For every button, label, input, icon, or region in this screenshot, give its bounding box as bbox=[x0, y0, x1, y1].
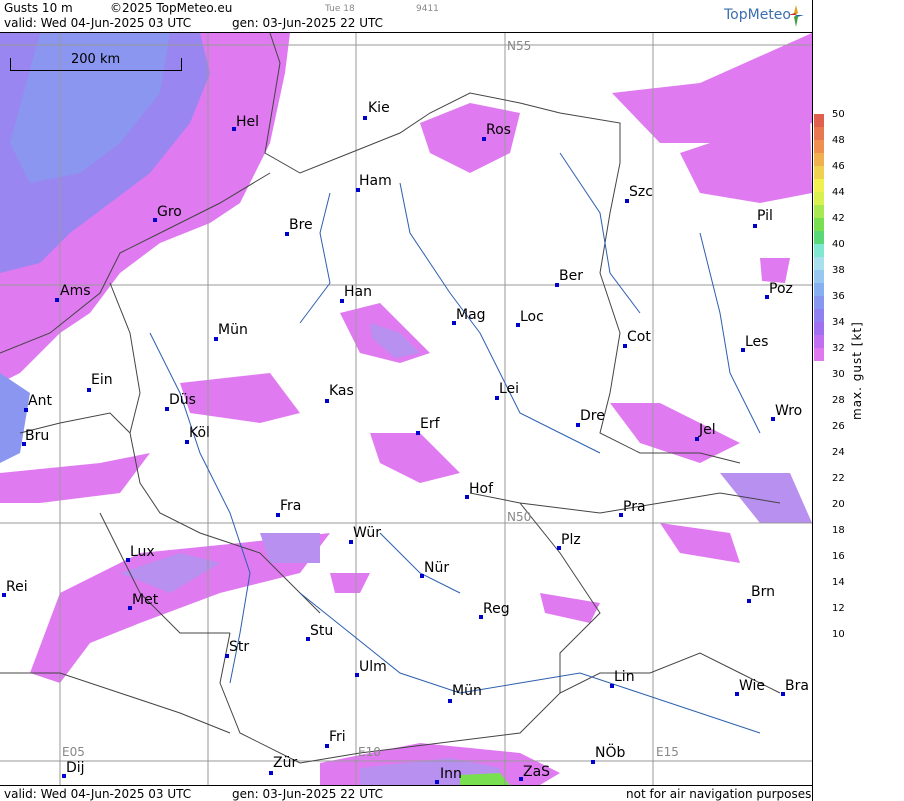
legend-swatch bbox=[814, 244, 824, 257]
legend-tick: 24 bbox=[832, 447, 845, 458]
legend-swatch bbox=[814, 192, 824, 205]
legend-swatch bbox=[814, 114, 824, 127]
run-code: 9411 bbox=[416, 4, 439, 14]
legend-swatch bbox=[814, 322, 824, 335]
copyright: ©2025 TopMeteo.eu bbox=[110, 1, 233, 15]
footer: valid: Wed 04-Jun-2025 03 UTC gen: 03-Ju… bbox=[0, 785, 812, 801]
grid-label-e05: E05 bbox=[62, 745, 85, 759]
footer-valid-time: valid: Wed 04-Jun-2025 03 UTC bbox=[4, 787, 192, 801]
footer-disclaimer: not for air navigation purposes bbox=[626, 787, 812, 801]
legend-tick: 20 bbox=[832, 499, 845, 510]
legend-tick: 18 bbox=[832, 525, 845, 536]
legend-swatch bbox=[814, 140, 824, 153]
legend-swatch bbox=[814, 231, 824, 244]
legend-tick: 44 bbox=[832, 187, 845, 198]
legend-swatch bbox=[814, 348, 824, 361]
legend-tick: 30 bbox=[832, 369, 845, 380]
grid-label-e10: E10 bbox=[358, 745, 381, 759]
legend-tick: 38 bbox=[832, 265, 845, 276]
legend-tick: 36 bbox=[832, 291, 845, 302]
header: Gusts 10 m ©2025 TopMeteo.eu Tue 18 9411… bbox=[0, 0, 812, 33]
topmeteo-logo[interactable]: TopMeteo bbox=[724, 7, 791, 23]
legend-title: max. gust [kt] bbox=[850, 321, 864, 420]
grid-label-n50: N50 bbox=[507, 510, 532, 524]
legend-swatch bbox=[814, 218, 824, 231]
legend-swatch bbox=[814, 309, 824, 322]
legend-tick: 26 bbox=[832, 421, 845, 432]
legend-tick: 48 bbox=[832, 135, 845, 146]
legend-tick: 42 bbox=[832, 213, 845, 224]
gust-field-layer bbox=[0, 33, 812, 785]
weather-map[interactable]: 200 km N55 N50 E05 E10 E15 Hel Kie Ros H… bbox=[0, 33, 812, 785]
legend-swatch bbox=[814, 335, 824, 348]
legend-tick: 32 bbox=[832, 343, 845, 354]
legend-swatch bbox=[814, 153, 824, 166]
legend-swatch bbox=[814, 283, 824, 296]
legend-tick: 28 bbox=[832, 395, 845, 406]
legend-tick: 16 bbox=[832, 551, 845, 562]
legend-swatch bbox=[814, 257, 824, 270]
footer-generated-time: gen: 03-Jun-2025 22 UTC bbox=[232, 787, 384, 801]
legend-tick: 40 bbox=[832, 239, 845, 250]
legend-tick: 46 bbox=[832, 161, 845, 172]
scale-label: 200 km bbox=[71, 52, 121, 67]
compass-star-icon bbox=[788, 5, 804, 27]
legend-tick: 12 bbox=[832, 603, 845, 614]
legend-swatch bbox=[814, 270, 824, 283]
product-title: Gusts 10 m bbox=[4, 1, 73, 15]
legend-tick: 14 bbox=[832, 577, 845, 588]
legend-swatch bbox=[814, 179, 824, 192]
legend-swatch bbox=[814, 205, 824, 218]
legend-tick: 22 bbox=[832, 473, 845, 484]
grid-label-e15: E15 bbox=[656, 745, 679, 759]
legend-tick: 50 bbox=[832, 109, 845, 120]
scale-bar: 200 km bbox=[10, 52, 182, 71]
legend-swatch bbox=[814, 296, 824, 309]
color-scale-bar bbox=[814, 114, 824, 608]
generated-time: gen: 03-Jun-2025 22 UTC bbox=[232, 16, 384, 30]
legend-swatch bbox=[814, 166, 824, 179]
legend-swatch bbox=[814, 127, 824, 140]
legend-tick: 10 bbox=[832, 629, 845, 640]
grid-label-n55: N55 bbox=[507, 39, 532, 53]
legend-tick: 34 bbox=[832, 317, 845, 328]
valid-time: valid: Wed 04-Jun-2025 03 UTC bbox=[4, 16, 192, 30]
run-day: Tue 18 bbox=[325, 4, 355, 14]
